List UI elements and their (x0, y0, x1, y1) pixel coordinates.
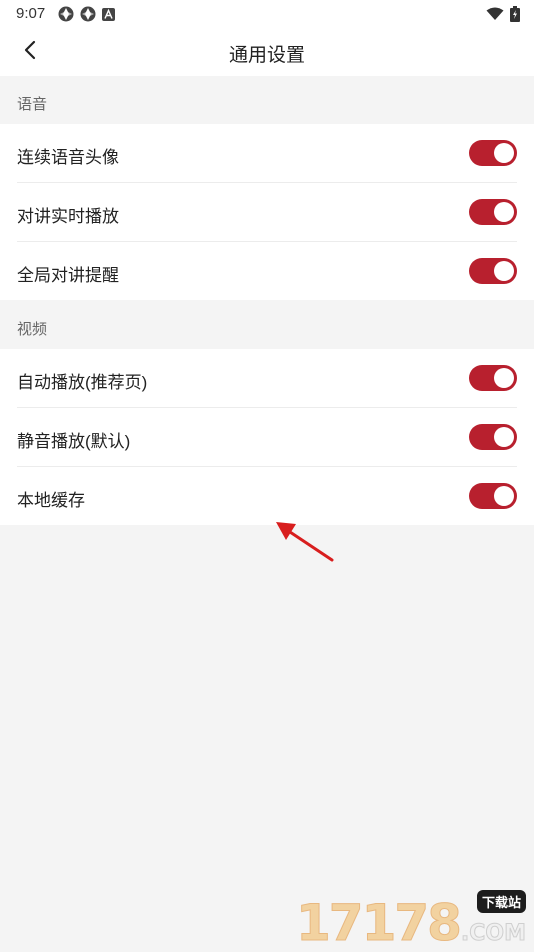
annotation-arrow (270, 510, 340, 571)
toggle-switch[interactable] (469, 424, 517, 450)
status-bar: 9:07 (0, 0, 534, 28)
section-header-video: 视频 (0, 301, 534, 349)
setting-label: 自动播放(推荐页) (17, 373, 148, 392)
toggle-knob (494, 143, 514, 163)
setting-row-global-intercom-reminder[interactable]: 全局对讲提醒 (17, 242, 517, 300)
setting-label: 对讲实时播放 (17, 207, 119, 226)
watermark-digits: 17178 (296, 894, 463, 952)
status-system-icons (486, 6, 520, 27)
status-notification-icons (58, 6, 115, 27)
page-title: 通用设置 (228, 45, 305, 66)
setting-label: 连续语音头像 (17, 148, 119, 167)
battery-charging-icon (510, 6, 520, 27)
toggle-knob (494, 261, 514, 281)
toggle-switch[interactable] (469, 483, 517, 509)
toggle-switch[interactable] (469, 365, 517, 391)
toggle-switch[interactable] (469, 258, 517, 284)
toggle-switch[interactable] (469, 199, 517, 225)
section-header-voice: 语音 (0, 76, 534, 124)
setting-row-autoplay-recommend[interactable]: 自动播放(推荐页) (17, 349, 517, 408)
app-bar: 通用设置 (0, 28, 534, 76)
toggle-knob (494, 202, 514, 222)
status-time: 9:07 (16, 5, 46, 22)
settings-group-video: 自动播放(推荐页) 静音播放(默认) 本地缓存 (0, 349, 534, 525)
site-watermark: 17178 下载站 .COM (296, 890, 528, 952)
setting-row-intercom-realtime-play[interactable]: 对讲实时播放 (17, 183, 517, 242)
a-app-icon (102, 7, 115, 26)
setting-label: 全局对讲提醒 (17, 266, 119, 285)
sync-app-icon (80, 6, 96, 27)
setting-row-continuous-voice-avatar[interactable]: 连续语音头像 (17, 124, 517, 183)
watermark-suffix: .COM (460, 921, 526, 947)
toggle-knob (494, 368, 514, 388)
toggle-knob (494, 427, 514, 447)
section-title: 语音 (17, 96, 48, 113)
setting-row-mute-play-default[interactable]: 静音播放(默认) (17, 408, 517, 467)
toggle-knob (494, 486, 514, 506)
sync-app-icon (58, 6, 74, 27)
section-title: 视频 (17, 321, 48, 338)
wifi-icon (486, 7, 504, 26)
toggle-switch[interactable] (469, 140, 517, 166)
setting-label: 静音播放(默认) (17, 432, 131, 451)
setting-row-local-cache[interactable]: 本地缓存 (17, 467, 517, 525)
settings-group-voice: 连续语音头像 对讲实时播放 全局对讲提醒 (0, 124, 534, 300)
watermark-badge: 下载站 (476, 890, 526, 913)
setting-label: 本地缓存 (17, 491, 85, 510)
